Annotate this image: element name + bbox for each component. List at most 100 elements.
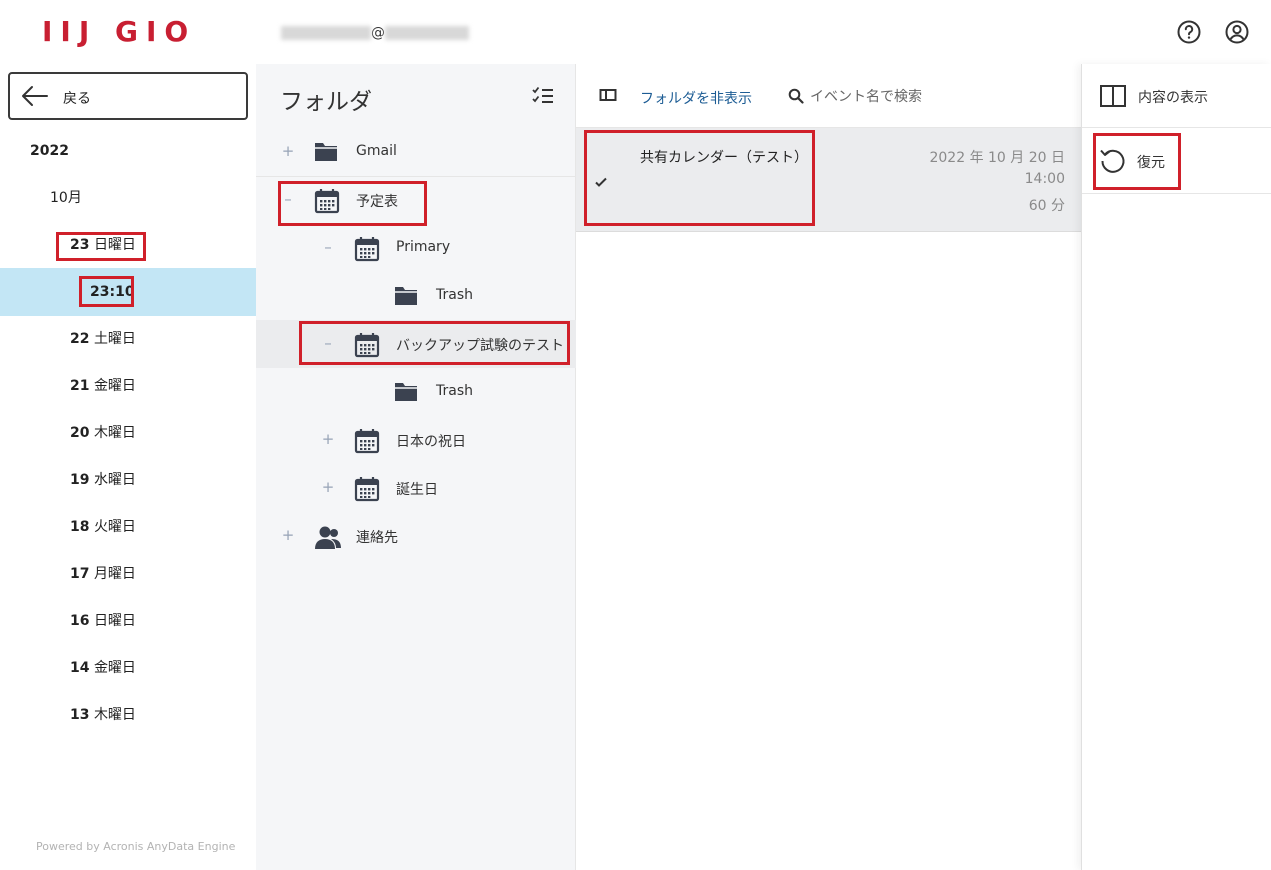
restore-label: 復元 xyxy=(1137,155,1165,171)
event-duration: 60 分 xyxy=(1028,198,1065,214)
folder-label: Primary xyxy=(396,239,451,255)
event-row[interactable]: 共有カレンダー（テスト） 2022 年 10 月 20 日 14:00 60 分 xyxy=(576,128,1081,232)
day-number: 18 xyxy=(70,519,90,535)
collapse-toggle[interactable]: – xyxy=(321,238,335,256)
day-node[interactable]: 18 火曜日 xyxy=(70,518,136,536)
folder-icon xyxy=(314,140,338,166)
event-search-input[interactable] xyxy=(810,86,1070,108)
folder-icon xyxy=(394,380,418,406)
redacted-domain xyxy=(385,26,469,40)
hide-folders-button[interactable]: フォルダを非表示 xyxy=(640,88,752,108)
folder-row[interactable]: – Primary xyxy=(256,224,576,272)
day-number: 20 xyxy=(70,425,90,441)
day-weekday: 金曜日 xyxy=(93,378,136,394)
day-weekday: 金曜日 xyxy=(93,660,136,676)
day-number: 14 xyxy=(70,660,90,676)
calendar-icon xyxy=(354,476,380,506)
day-weekday: 木曜日 xyxy=(93,707,136,723)
folder-row[interactable]: Trash xyxy=(256,272,576,320)
day-node[interactable]: 20 木曜日 xyxy=(70,424,136,442)
calendar-icon xyxy=(314,188,340,218)
folder-panel: フォルダ + Gmail – 予定表 – Primary Trash – バックアップ試験のテス… xyxy=(256,64,576,870)
folder-label: 日本の祝日 xyxy=(396,434,466,450)
day-weekday: 火曜日 xyxy=(93,519,136,535)
folder-row[interactable]: Trash xyxy=(256,368,576,416)
brand-logo[interactable]: IIJ GIO xyxy=(42,18,196,46)
day-weekday: 月曜日 xyxy=(93,566,136,582)
day-weekday: 木曜日 xyxy=(93,425,136,441)
back-button[interactable]: 戻る xyxy=(8,72,248,120)
day-node[interactable]: 16 日曜日 xyxy=(70,612,136,630)
collapse-toggle[interactable]: – xyxy=(321,334,335,352)
folder-row[interactable]: – バックアップ試験のテスト xyxy=(256,320,576,368)
event-list-panel: フォルダを非表示 共有カレンダー（テスト） 2022 年 10 月 20 日 1… xyxy=(576,64,1081,870)
day-weekday: 日曜日 xyxy=(93,237,136,253)
day-node[interactable]: 22 土曜日 xyxy=(70,330,136,348)
event-date: 2022 年 10 月 20 日 xyxy=(929,150,1065,166)
folder-label: 連絡先 xyxy=(356,530,398,546)
search-icon xyxy=(788,88,804,104)
expand-toggle[interactable]: + xyxy=(321,430,335,448)
powered-by-text: Powered by Acronis AnyData Engine xyxy=(36,840,236,853)
month-node[interactable]: 10月 xyxy=(50,189,82,207)
year-node[interactable]: 2022 xyxy=(30,142,69,160)
day-number: 16 xyxy=(70,613,90,629)
day-node[interactable]: 21 金曜日 xyxy=(70,377,136,395)
folder-row[interactable]: + 日本の祝日 xyxy=(256,416,576,464)
checklist-icon[interactable] xyxy=(532,86,554,106)
day-number: 21 xyxy=(70,378,90,394)
checkmark-icon[interactable] xyxy=(593,174,609,190)
redacted-username xyxy=(281,26,371,40)
folder-icon xyxy=(394,284,418,310)
split-view-icon xyxy=(1100,85,1126,107)
account-email: @ xyxy=(281,24,469,42)
folder-row[interactable]: + 誕生日 xyxy=(256,464,576,512)
user-circle-icon[interactable] xyxy=(1224,19,1250,45)
folder-row[interactable]: + 連絡先 xyxy=(256,512,576,560)
day-node[interactable]: 17 月曜日 xyxy=(70,565,136,583)
collapse-toggle[interactable]: – xyxy=(281,190,295,208)
restore-icon xyxy=(1100,149,1125,173)
day-weekday: 水曜日 xyxy=(93,472,136,488)
day-number: 22 xyxy=(70,331,90,347)
folder-row[interactable]: + Gmail xyxy=(256,128,576,176)
app-header: IIJ GIO @ xyxy=(0,0,1271,64)
day-weekday: 日曜日 xyxy=(93,613,136,629)
day-node[interactable]: 13 木曜日 xyxy=(70,706,136,724)
day-number: 23 xyxy=(70,237,90,253)
day-weekday: 土曜日 xyxy=(93,331,136,347)
event-title: 共有カレンダー（テスト） xyxy=(640,150,808,166)
day-number: 13 xyxy=(70,707,90,723)
calendar-icon xyxy=(354,428,380,458)
calendar-icon xyxy=(354,332,380,362)
help-circle-icon[interactable] xyxy=(1176,19,1202,45)
calendar-icon xyxy=(354,236,380,266)
expand-toggle[interactable]: + xyxy=(281,526,295,544)
time-node: 23:10 xyxy=(90,284,135,300)
day-number: 17 xyxy=(70,566,90,582)
expand-toggle[interactable]: + xyxy=(281,142,295,160)
expand-toggle[interactable]: + xyxy=(321,478,335,496)
day-number: 19 xyxy=(70,472,90,488)
back-label: 戻る xyxy=(63,91,91,107)
sidebar-toggle-icon[interactable] xyxy=(599,86,617,104)
folder-label: 誕生日 xyxy=(396,482,438,498)
folder-label: Trash xyxy=(436,287,473,303)
day-node[interactable]: 14 金曜日 xyxy=(70,659,136,677)
contacts-icon xyxy=(314,524,342,554)
view-content-button[interactable]: 内容の表示 xyxy=(1082,64,1271,128)
folder-label: バックアップ試験のテスト xyxy=(396,338,564,354)
view-content-label: 内容の表示 xyxy=(1138,90,1208,106)
folder-panel-title: フォルダ xyxy=(280,89,372,115)
event-toolbar: フォルダを非表示 xyxy=(576,64,1081,128)
day-node[interactable]: 19 水曜日 xyxy=(70,471,136,489)
folder-label: Trash xyxy=(436,383,473,399)
action-panel: 内容の表示 復元 xyxy=(1081,64,1271,870)
date-sidebar: 戻る 2022 10月 23 日曜日 23:10 22 土曜日 21 金曜日 20 … xyxy=(0,64,256,870)
day-node-selected[interactable]: 23 日曜日 xyxy=(70,236,136,254)
folder-row[interactable]: – 予定表 xyxy=(256,176,576,224)
arrow-left-icon xyxy=(22,86,48,106)
event-time: 14:00 xyxy=(1024,171,1065,187)
folder-label: Gmail xyxy=(356,143,397,159)
restore-button[interactable]: 復元 xyxy=(1082,128,1271,194)
